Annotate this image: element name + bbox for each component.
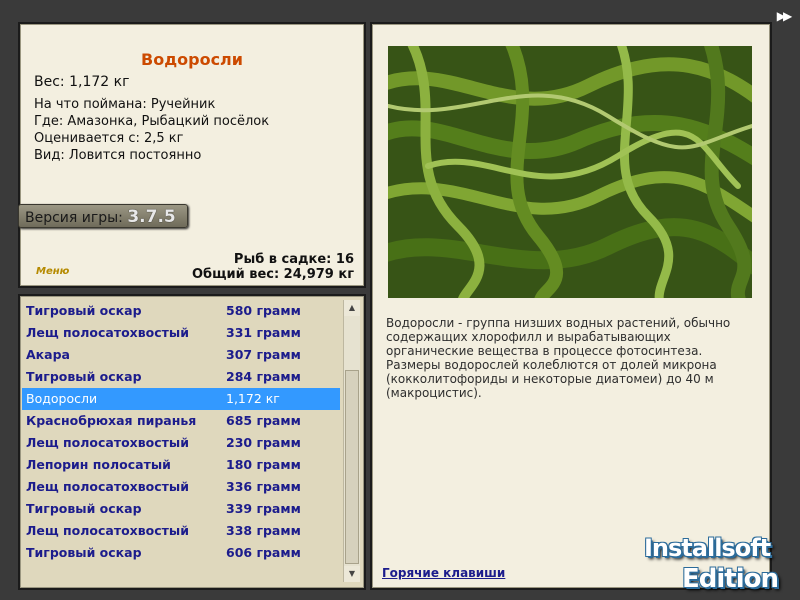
seaweed-image [388,46,752,298]
list-item-name: Акара [26,347,70,362]
list-item[interactable]: Лепорин полосатый 180 грамм [22,454,340,476]
list-item-weight: 331 грамм [226,325,301,340]
menu-link[interactable]: Меню [36,266,69,277]
scroll-up-icon[interactable]: ▲ [344,300,360,316]
list-item[interactable]: Лещ полосатохвостый 338 грамм [22,520,340,542]
list-item-name: Лещ полосатохвостый [26,325,189,340]
description-panel: Водоросли - группа низших водных растени… [370,22,772,590]
list-item[interactable]: Тигровый оскар 339 грамм [22,498,340,520]
fish-description: Водоросли - группа низших водных растени… [386,316,731,400]
list-item-weight: 580 грамм [226,303,301,318]
fish-in-cage: Рыб в садке: 16 [233,252,354,267]
list-item[interactable]: Лещ полосатохвостый 331 грамм [22,322,340,344]
list-item-weight: 338 грамм [226,523,301,538]
fish-photo [388,46,752,298]
list-item[interactable]: Тигровый оскар 284 грамм [22,366,340,388]
game-window: ▶▶ Водоросли Вес: 1,172 кг На что пойман… [0,0,800,600]
list-item-weight: 339 грамм [226,501,301,516]
version-number: 3.7.5 [127,207,176,227]
list-item-name: Тигровый оскар [26,545,142,560]
fish-kind: Вид: Ловится постоянно [34,148,202,163]
scroll-down-icon[interactable]: ▼ [344,566,360,582]
list-item-name: Водоросли [26,391,98,406]
list-item-weight: 180 грамм [226,457,301,472]
fast-forward-icon[interactable]: ▶▶ [772,10,794,22]
list-item-name: Тигровый оскар [26,369,142,384]
hotkeys-link[interactable]: Горячие клавиши [382,566,505,580]
version-badge: Версия игры: 3.7.5 [18,204,188,228]
list-item-weight: 230 грамм [226,435,301,450]
list-item-name: Тигровый оскар [26,303,142,318]
list-item[interactable]: Тигровый оскар 580 грамм [22,300,340,322]
list-item-name: Лещ полосатохвостый [26,435,189,450]
scroll-thumb[interactable] [345,370,359,564]
list-item-weight: 307 грамм [226,347,301,362]
list-item-name: Краснобрюхая пиранья [26,413,197,428]
list-item-name: Лещ полосатохвостый [26,523,189,538]
fish-details: На что поймана: Ручейник Где: Амазонка, … [34,96,269,164]
list-item[interactable]: Водоросли 1,172 кг [22,388,340,410]
total-weight: Общий вес: 24,979 кг [191,267,354,282]
catch-list[interactable]: Тигровый оскар 580 грамм Лещ полосатохвост… [22,300,340,564]
list-item[interactable]: Лещ полосатохвостый 336 грамм [22,476,340,498]
list-item-weight: 1,172 кг [226,391,280,406]
list-item[interactable]: Краснобрюхая пиранья 685 грамм [22,410,340,432]
watermark-line-2: Edition [682,564,779,594]
caught-with: На что поймана: Ручейник [34,97,216,112]
fish-title: Водоросли [141,50,243,69]
list-item-name: Лещ полосатохвостый [26,479,189,494]
fish-info-panel: Водоросли Вес: 1,172 кг На что поймана: … [18,22,366,288]
fish-weight: Вес: 1,172 кг [34,74,130,90]
list-item-weight: 284 грамм [226,369,301,384]
list-item[interactable]: Лещ полосатохвостый 230 грамм [22,432,340,454]
location: Где: Амазонка, Рыбацкий посёлок [34,114,270,129]
list-item-name: Тигровый оскар [26,501,142,516]
list-item-weight: 336 грамм [226,479,301,494]
valued-from: Оценивается с: 2,5 кг [34,131,184,146]
list-item-weight: 685 грамм [226,413,301,428]
catch-list-panel: Тигровый оскар 580 грамм Лещ полосатохвост… [18,294,366,590]
scrollbar[interactable]: ▲ ▼ [343,300,360,582]
list-item[interactable]: Тигровый оскар 606 грамм [22,542,340,564]
version-label: Версия игры: [25,210,123,226]
list-item-name: Лепорин полосатый [26,457,171,472]
cage-stats: Рыб в садке: 16 Общий вес: 24,979 кг [192,252,354,282]
list-item-weight: 606 грамм [226,545,301,560]
list-item[interactable]: Акара 307 грамм [22,344,340,366]
installsoft-logo: Installsoft Edition [640,520,798,598]
watermark-line-1: Installsoft [644,534,771,562]
